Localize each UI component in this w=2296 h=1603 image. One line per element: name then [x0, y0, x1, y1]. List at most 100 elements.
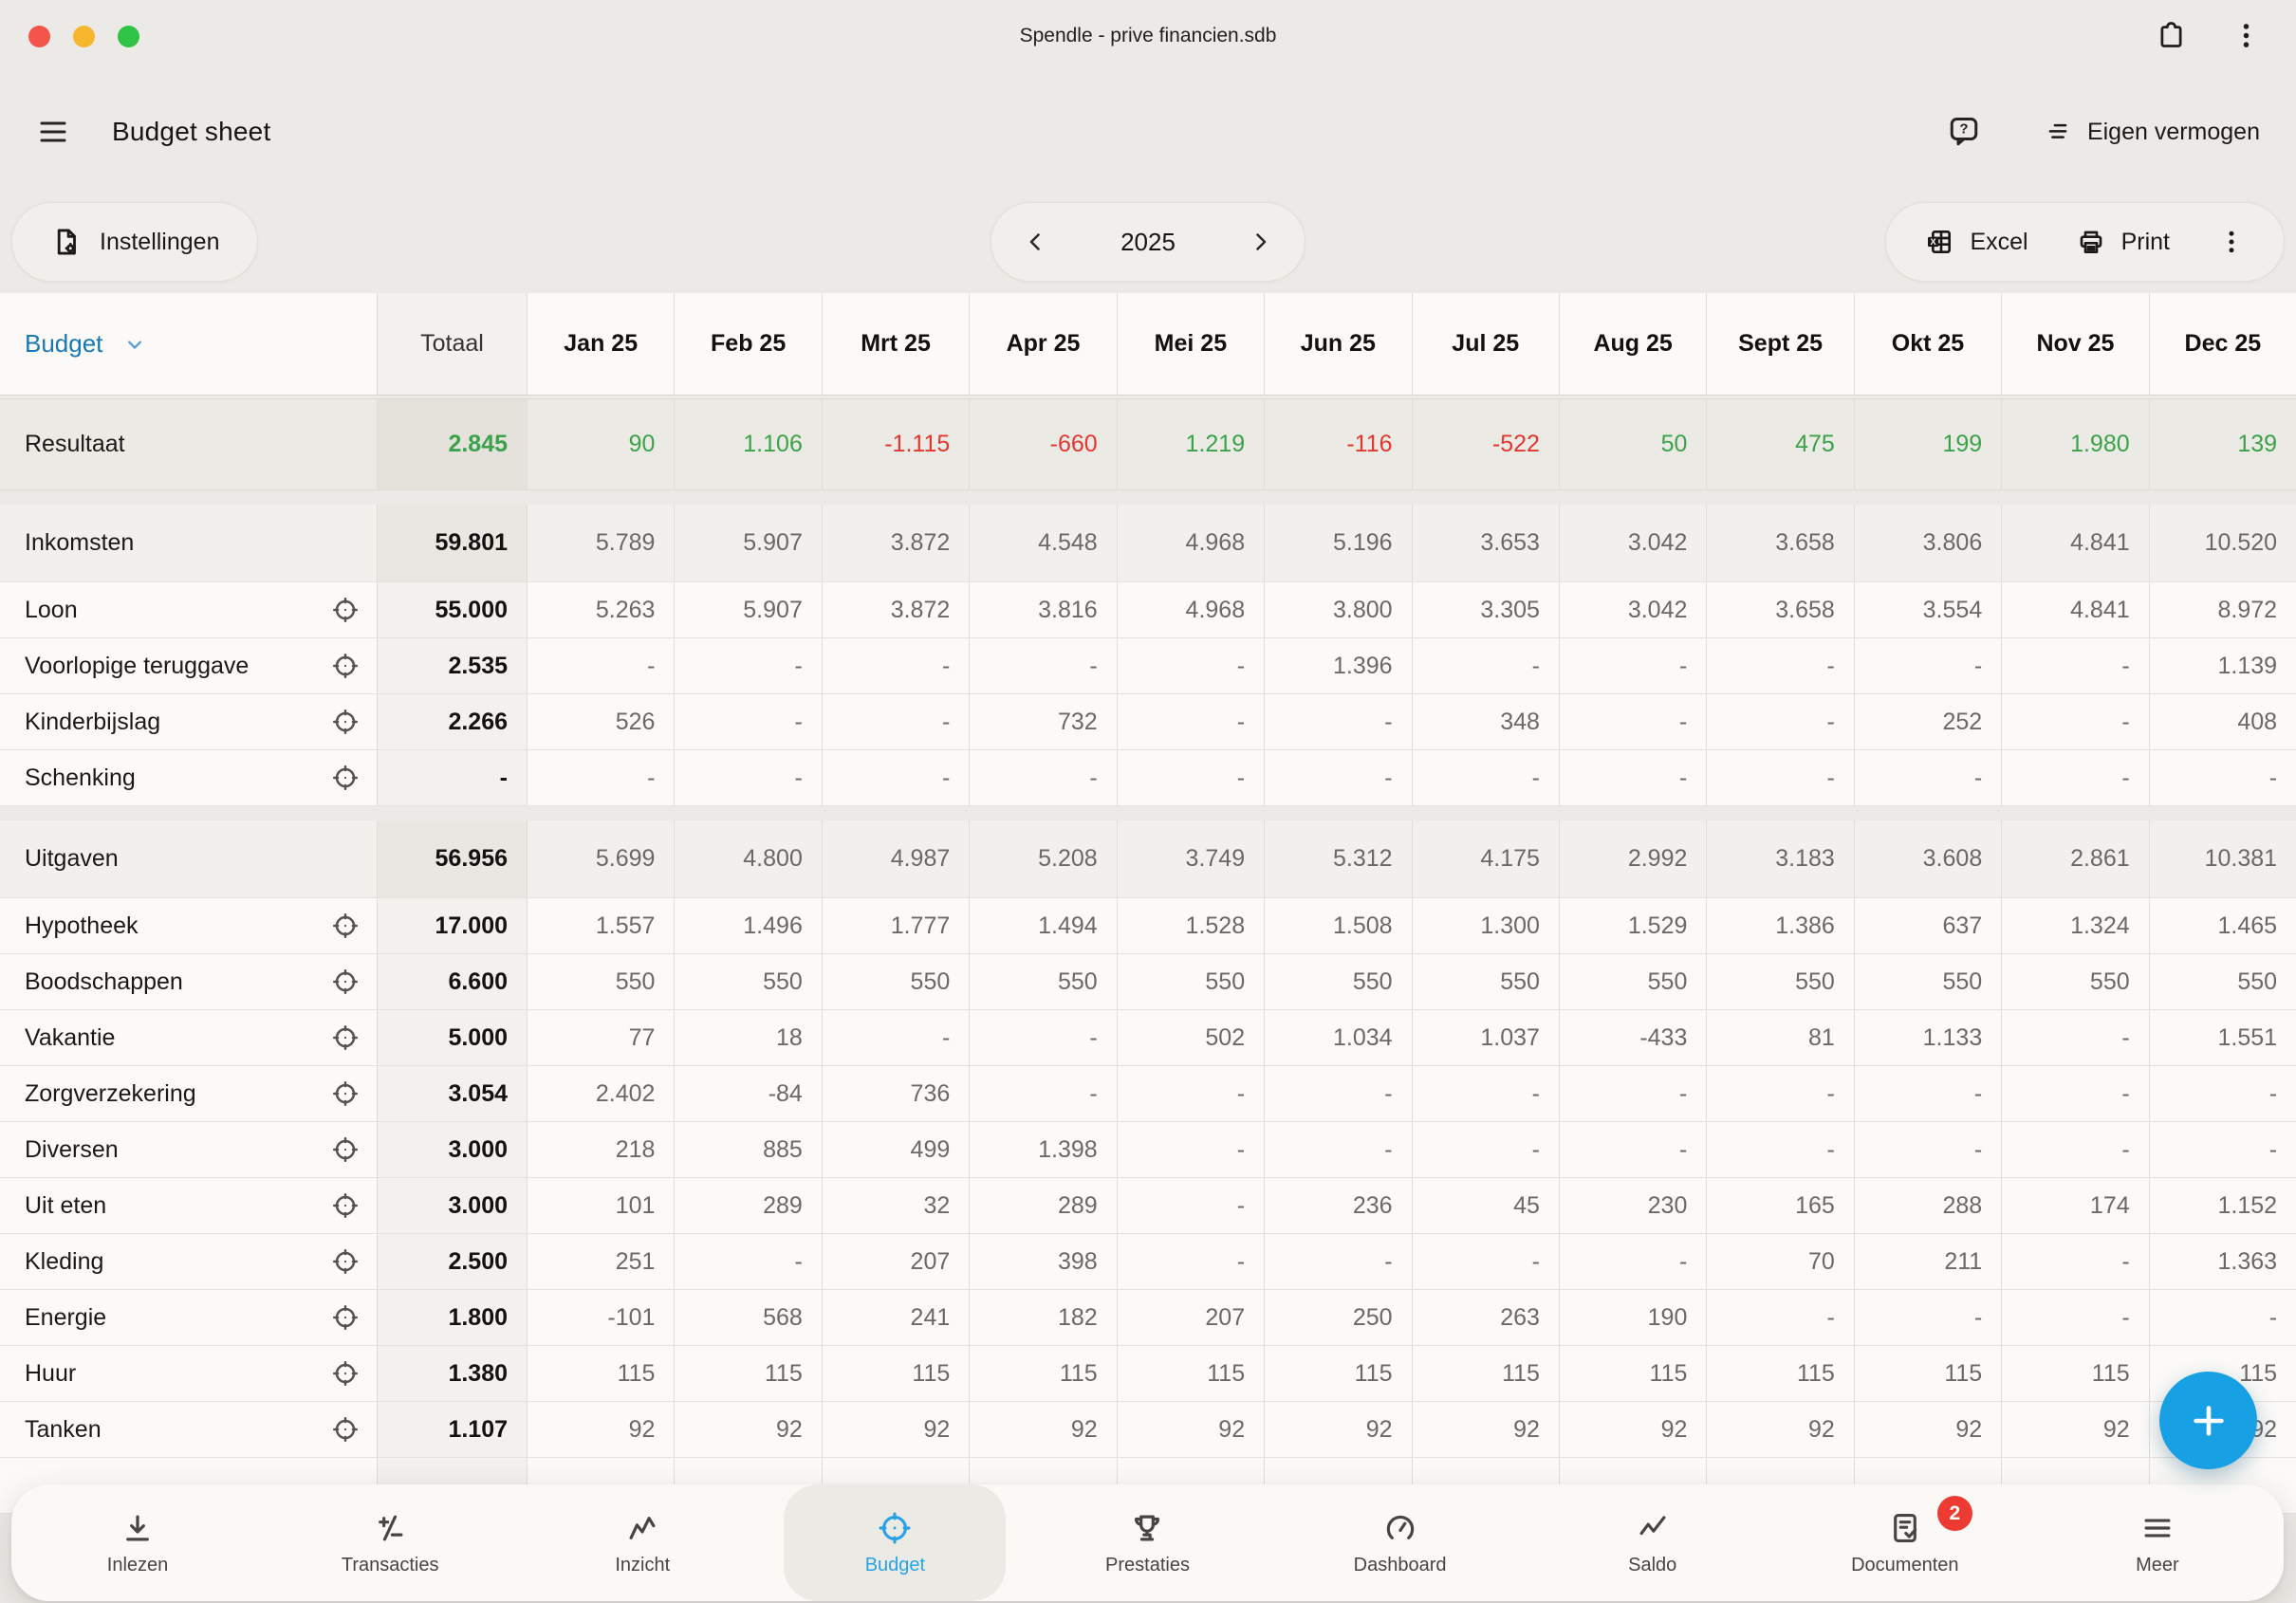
value-cell[interactable]: 92	[1265, 1402, 1412, 1457]
value-cell[interactable]: 736	[823, 1066, 970, 1121]
value-cell[interactable]: -	[1855, 1122, 2002, 1177]
value-cell[interactable]: 1.386	[1707, 898, 1854, 953]
more-options-button[interactable]	[2217, 228, 2246, 256]
value-cell[interactable]: -	[1118, 1122, 1265, 1177]
value-cell[interactable]: 550	[970, 954, 1117, 1009]
value-cell[interactable]: -	[2150, 1066, 2296, 1121]
value-cell[interactable]: 115	[970, 1346, 1117, 1401]
value-cell[interactable]: 289	[675, 1178, 822, 1233]
target-icon[interactable]	[331, 1191, 360, 1220]
value-cell[interactable]: 115	[528, 1346, 675, 1401]
value-cell[interactable]: -	[1265, 1234, 1412, 1289]
value-cell[interactable]: 115	[1265, 1346, 1412, 1401]
close-button[interactable]	[28, 26, 50, 47]
print-button[interactable]: Print	[2076, 227, 2170, 257]
value-cell[interactable]: -	[1560, 1122, 1707, 1177]
target-icon[interactable]	[331, 1415, 360, 1444]
value-cell[interactable]: 550	[823, 954, 970, 1009]
value-cell[interactable]: 502	[1118, 1010, 1265, 1065]
value-cell[interactable]: -	[675, 694, 822, 749]
value-cell[interactable]: -	[1707, 1066, 1854, 1121]
total-cell[interactable]: 1.800	[378, 1290, 528, 1345]
value-cell[interactable]: -	[1118, 1178, 1265, 1233]
value-cell[interactable]: -	[528, 638, 675, 693]
value-cell[interactable]: 3.800	[1265, 582, 1412, 637]
value-cell[interactable]: 3.554	[1855, 582, 2002, 637]
value-cell[interactable]: 115	[675, 1346, 822, 1401]
value-cell[interactable]: -	[675, 638, 822, 693]
value-cell[interactable]: 218	[528, 1122, 675, 1177]
value-cell[interactable]: 5.263	[528, 582, 675, 637]
target-icon[interactable]	[331, 596, 360, 624]
value-cell[interactable]: 550	[2002, 954, 2149, 1009]
value-cell[interactable]: -	[2002, 1234, 2149, 1289]
value-cell[interactable]: 1.494	[970, 898, 1117, 953]
value-cell[interactable]: -	[528, 750, 675, 805]
value-cell[interactable]: 550	[675, 954, 822, 1009]
value-cell[interactable]: -	[1413, 750, 1560, 805]
value-cell[interactable]: 1.363	[2150, 1234, 2296, 1289]
value-cell[interactable]: 408	[2150, 694, 2296, 749]
menu-button[interactable]	[36, 115, 70, 149]
value-cell[interactable]: 1.551	[2150, 1010, 2296, 1065]
value-cell[interactable]: 1.528	[1118, 898, 1265, 953]
value-cell[interactable]: 115	[823, 1346, 970, 1401]
row-label-cell[interactable]: Schenking	[0, 750, 378, 805]
row-label-cell[interactable]: Loon	[0, 582, 378, 637]
value-cell[interactable]: -	[1560, 1066, 1707, 1121]
value-cell[interactable]: -	[675, 1234, 822, 1289]
extensions-icon[interactable]	[2156, 20, 2187, 51]
value-cell[interactable]: 499	[823, 1122, 970, 1177]
row-label-cell[interactable]: Tanken	[0, 1402, 378, 1457]
nav-item-prestaties[interactable]: Prestaties	[1021, 1484, 1273, 1601]
value-cell[interactable]: 252	[1855, 694, 2002, 749]
value-cell[interactable]: 1.152	[2150, 1178, 2296, 1233]
value-cell[interactable]: 92	[1855, 1402, 2002, 1457]
value-cell[interactable]: 568	[675, 1290, 822, 1345]
value-cell[interactable]: -	[1265, 1066, 1412, 1121]
nav-item-budget[interactable]: Budget	[768, 1484, 1021, 1601]
row-label-cell[interactable]: Hypotheek	[0, 898, 378, 953]
value-cell[interactable]: 45	[1413, 1178, 1560, 1233]
value-cell[interactable]: 348	[1413, 694, 1560, 749]
value-cell[interactable]: -	[1413, 638, 1560, 693]
value-cell[interactable]: 115	[2002, 1346, 2149, 1401]
value-cell[interactable]: -	[970, 638, 1117, 693]
value-cell[interactable]: 207	[823, 1234, 970, 1289]
value-cell[interactable]: 550	[2150, 954, 2296, 1009]
value-cell[interactable]: 92	[823, 1402, 970, 1457]
value-cell[interactable]: 5.907	[675, 582, 822, 637]
value-cell[interactable]: 236	[1265, 1178, 1412, 1233]
target-icon[interactable]	[331, 1303, 360, 1332]
value-cell[interactable]: 288	[1855, 1178, 2002, 1233]
value-cell[interactable]: 550	[1118, 954, 1265, 1009]
value-cell[interactable]: -	[1707, 1290, 1854, 1345]
browser-menu-icon[interactable]	[2231, 20, 2262, 51]
value-cell[interactable]: 550	[1560, 954, 1707, 1009]
value-cell[interactable]: 1.398	[970, 1122, 1117, 1177]
value-cell[interactable]: -	[1413, 1234, 1560, 1289]
total-cell[interactable]: 3.000	[378, 1122, 528, 1177]
minimize-button[interactable]	[73, 26, 95, 47]
row-label-cell[interactable]: Zorgverzekering	[0, 1066, 378, 1121]
value-cell[interactable]: 165	[1707, 1178, 1854, 1233]
value-cell[interactable]: -	[1855, 638, 2002, 693]
value-cell[interactable]: 885	[675, 1122, 822, 1177]
value-cell[interactable]: 70	[1707, 1234, 1854, 1289]
value-cell[interactable]: -	[823, 638, 970, 693]
value-cell[interactable]: 1.034	[1265, 1010, 1412, 1065]
value-cell[interactable]: 4.968	[1118, 582, 1265, 637]
value-cell[interactable]: 1.557	[528, 898, 675, 953]
value-cell[interactable]: -	[823, 750, 970, 805]
value-cell[interactable]: 550	[1413, 954, 1560, 1009]
value-cell[interactable]: 637	[1855, 898, 2002, 953]
target-icon[interactable]	[331, 1135, 360, 1164]
networth-button[interactable]: Eigen vermogen	[2044, 118, 2260, 146]
value-cell[interactable]: -	[1118, 694, 1265, 749]
total-cell[interactable]: 1.380	[378, 1346, 528, 1401]
value-cell[interactable]: 1.133	[1855, 1010, 2002, 1065]
value-cell[interactable]: 115	[1707, 1346, 1854, 1401]
row-label-cell[interactable]: Boodschappen	[0, 954, 378, 1009]
value-cell[interactable]: 92	[1560, 1402, 1707, 1457]
row-label-cell[interactable]: Diversen	[0, 1122, 378, 1177]
